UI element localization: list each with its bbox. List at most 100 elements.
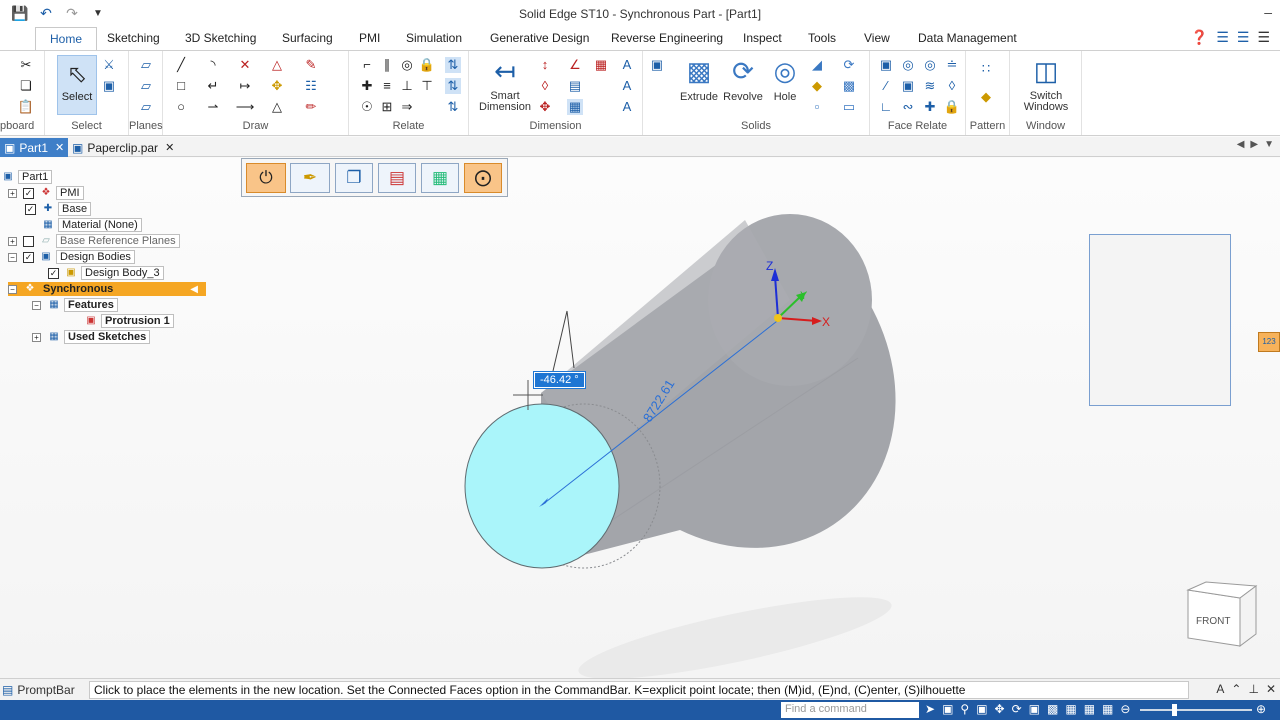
perpendicular-face-icon[interactable]: ▣: [900, 78, 916, 94]
scale-icon[interactable]: △: [269, 99, 285, 115]
tab-list-icon[interactable]: ▼: [1264, 139, 1274, 150]
tab-surfacing[interactable]: Surfacing: [282, 31, 333, 45]
tree-node-used-sketches[interactable]: + ▦ Used Sketches: [32, 330, 151, 344]
find-command-input[interactable]: Find a command: [781, 702, 919, 718]
tab-tools[interactable]: Tools: [808, 31, 836, 45]
trim-icon[interactable]: ✕: [237, 57, 253, 73]
boolean-icon[interactable]: ▭: [841, 99, 857, 115]
display-icon[interactable]: ▦: [1065, 702, 1076, 716]
visibility-checkbox[interactable]: ✓: [23, 187, 34, 199]
symmetric-face-icon[interactable]: ≋: [922, 78, 938, 94]
coordinate-dimension-icon[interactable]: ▦: [593, 57, 609, 73]
pen-icon[interactable]: ✏: [303, 99, 319, 115]
doc-tab-part1[interactable]: ▣ Part1 ✕: [0, 138, 69, 157]
project-icon[interactable]: ✎: [303, 57, 319, 73]
mirror-icon[interactable]: ☷: [303, 78, 319, 94]
arc-icon[interactable]: ◝: [205, 57, 221, 73]
expand-icon[interactable]: +: [32, 332, 41, 342]
coplanar-icon[interactable]: ▣: [878, 57, 894, 73]
tab-generative-design[interactable]: Generative Design: [490, 31, 589, 45]
concentric-face-icon[interactable]: ◎: [900, 57, 916, 73]
angular-coordinate-icon[interactable]: ▤: [567, 78, 583, 94]
origin-option-icon[interactable]: ✒: [290, 163, 330, 193]
collapse-prompt-icon[interactable]: ⌃: [1231, 682, 1241, 696]
rotate-icon[interactable]: ⟳: [1012, 702, 1022, 716]
draft-icon[interactable]: ◆: [809, 78, 825, 94]
graphics-window[interactable]: 8722.61 Z X Y FRONT -46.42 ° 123 ⏻ ✒ ❐ ▤: [0, 158, 1280, 678]
angle-readout[interactable]: -46.42 °: [534, 372, 585, 388]
solid-options-icon[interactable]: ▣: [649, 57, 665, 73]
connected-faces-icon[interactable]: ▦: [421, 163, 459, 193]
dimension-text-icon[interactable]: A: [619, 99, 635, 115]
aligned-icon[interactable]: ◎: [922, 57, 938, 73]
circle-icon[interactable]: ○: [173, 99, 189, 115]
tree-node-base-planes[interactable]: + ▱ Base Reference Planes: [8, 234, 180, 248]
close-icon[interactable]: ✕: [55, 141, 64, 154]
zoom-out-icon[interactable]: ⊖: [1120, 702, 1130, 716]
fix-icon[interactable]: 🔒: [944, 99, 960, 115]
smart-dimension-button[interactable]: ↤ Smart Dimension: [475, 55, 535, 113]
equal-icon[interactable]: ⊤: [419, 78, 435, 94]
live-rules-icon[interactable]: ⨀: [464, 163, 502, 193]
extrude-button[interactable]: ▩ Extrude: [677, 55, 721, 104]
highlighted-end-face[interactable]: [464, 403, 620, 569]
offset-icon[interactable]: △: [269, 57, 285, 73]
scroll-left-icon[interactable]: ◀: [1237, 139, 1245, 150]
rectangle-icon[interactable]: □: [173, 78, 189, 94]
offset-face-icon[interactable]: ∟: [878, 99, 894, 115]
close-icon[interactable]: ✕: [165, 141, 174, 154]
tree-node-features[interactable]: − ▦ Features: [32, 298, 118, 312]
connect-icon[interactable]: ⌐: [359, 57, 375, 73]
tree-node-base[interactable]: ✓ ✚ Base: [25, 202, 92, 216]
parallel-icon[interactable]: ∥: [379, 57, 395, 73]
perpendicular-icon[interactable]: ⊥: [399, 78, 415, 94]
tab-home[interactable]: Home: [35, 27, 98, 51]
tree-node-pmi[interactable]: + ✓ ❖ PMI: [8, 186, 84, 200]
tangent-icon[interactable]: ☉: [359, 99, 375, 115]
lock-icon[interactable]: 🔒: [419, 57, 435, 73]
options-icon[interactable]: ☰: [1237, 29, 1250, 46]
angle-between-icon[interactable]: ∠: [567, 57, 583, 73]
detach-option-icon[interactable]: ▤: [378, 163, 416, 193]
plane-normal-icon[interactable]: ▱: [138, 99, 154, 115]
chamfer-dimension-icon[interactable]: ✥: [537, 99, 553, 115]
hole-button[interactable]: ◎ Hole: [767, 55, 803, 104]
tree-node-protrusion[interactable]: ▣ Protrusion 1: [84, 314, 174, 328]
relationship-display-icon[interactable]: ⇅: [445, 99, 461, 115]
sketch-view-icon[interactable]: ▦: [1084, 702, 1095, 716]
move-icon[interactable]: ✥: [269, 78, 285, 94]
mirror-pattern-icon[interactable]: ◆: [978, 89, 994, 105]
tab-inspect[interactable]: Inspect: [743, 31, 782, 45]
zoom-area-icon[interactable]: ▣: [942, 702, 953, 716]
extend-icon[interactable]: ↦: [237, 78, 253, 94]
tree-node-part1[interactable]: ▣ Part1: [1, 170, 53, 184]
plane-angle-icon[interactable]: ▱: [138, 78, 154, 94]
dimension-display-icon[interactable]: ▦: [567, 99, 583, 115]
select-filter-icon[interactable]: ⚔: [101, 57, 117, 73]
expand-icon[interactable]: +: [8, 236, 17, 246]
tree-node-design-body[interactable]: ✓ ▣ Design Body_3: [48, 266, 164, 280]
tab-3d-sketching[interactable]: 3D Sketching: [185, 31, 256, 45]
layout-icon[interactable]: ☰: [1216, 29, 1229, 46]
font-size-icon[interactable]: A: [1216, 682, 1224, 696]
chamfer-solid-icon[interactable]: ▫: [809, 99, 825, 115]
zoom-slider[interactable]: [1140, 709, 1252, 711]
symmetric-diameter-icon[interactable]: ◊: [537, 78, 553, 94]
collapse-icon[interactable]: −: [8, 284, 17, 294]
line-icon[interactable]: ╱: [173, 57, 189, 73]
scroll-right-icon[interactable]: ▶: [1250, 139, 1258, 150]
tab-data-management[interactable]: Data Management: [918, 31, 1017, 45]
move-option-icon[interactable]: ⏻: [246, 163, 286, 193]
rigid-set-icon[interactable]: ⇒: [399, 99, 415, 115]
zoom-in-icon[interactable]: ⊕: [1256, 702, 1266, 716]
tab-sketching[interactable]: Sketching: [107, 31, 160, 45]
prompt-bar-title[interactable]: ▤ PromptBar: [2, 683, 75, 697]
visibility-checkbox[interactable]: ✓: [25, 203, 36, 215]
tree-node-synchronous[interactable]: − ❖ Synchronous ◀: [8, 282, 206, 296]
thin-wall-icon[interactable]: ⟳: [841, 57, 857, 73]
pan-icon[interactable]: ✥: [995, 702, 1005, 716]
switch-windows-button[interactable]: ◫ Switch Windows: [1014, 55, 1078, 113]
close-icon[interactable]: ✕: [1266, 682, 1276, 696]
pin-icon[interactable]: ⊥: [1248, 682, 1258, 696]
tangent-face-icon[interactable]: ≐: [944, 57, 960, 73]
